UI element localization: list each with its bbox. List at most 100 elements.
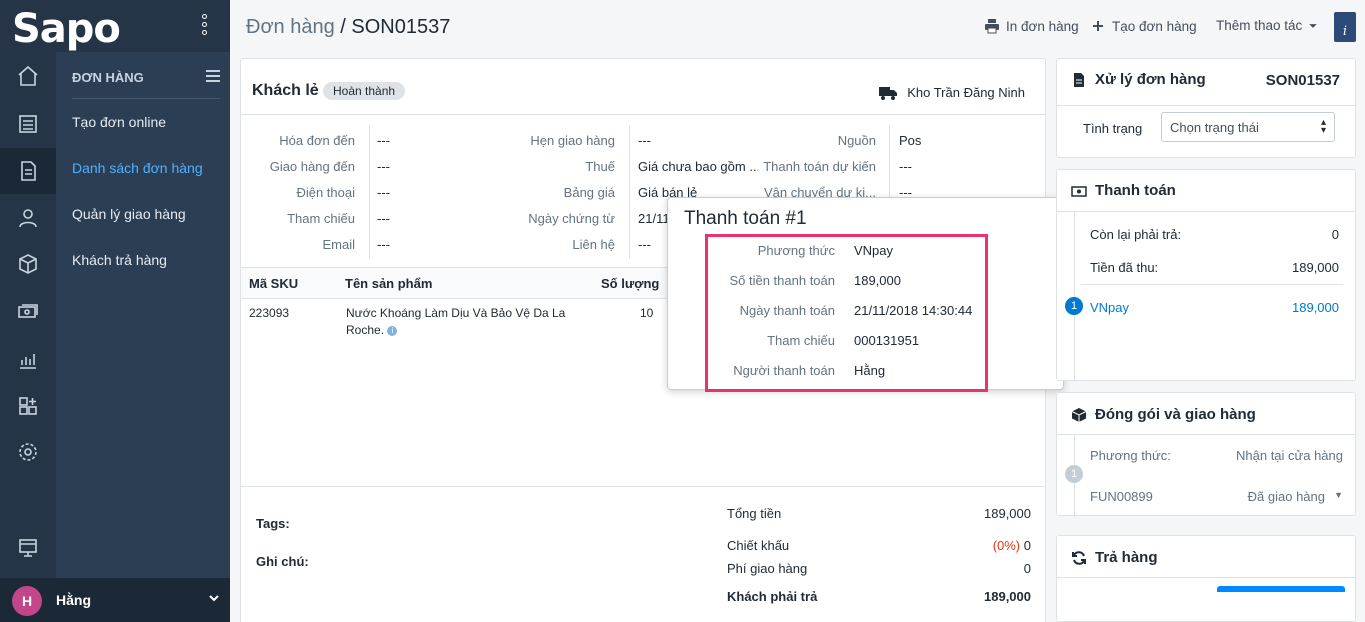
payment-amount-value: 189,000 xyxy=(854,273,901,288)
info-label: Nguồn xyxy=(837,133,876,148)
breadcrumb-separator: / xyxy=(334,16,352,38)
package-icon xyxy=(1071,407,1087,422)
fulfillment-code[interactable]: FUN00899 xyxy=(1090,489,1153,504)
info-value: --- xyxy=(377,185,390,200)
subnav-divider xyxy=(72,98,220,99)
warehouse-name: Kho Trần Đăng Ninh xyxy=(907,85,1025,100)
create-order-button[interactable]: Tạo đơn hàng xyxy=(1090,18,1197,34)
info-value: --- xyxy=(899,159,912,174)
row-quantity: 10 xyxy=(640,306,654,320)
column-divider xyxy=(369,125,370,259)
info-label: Thanh toán dự kiến xyxy=(763,159,876,174)
column-divider xyxy=(629,125,630,259)
home-icon[interactable] xyxy=(14,62,42,90)
caret-down-icon[interactable]: ▼ xyxy=(1334,490,1343,500)
remaining-value: 0 xyxy=(1331,227,1339,242)
divider xyxy=(1057,105,1355,106)
more-actions-label: Thêm thao tác xyxy=(1216,18,1303,33)
subnav-item-returns[interactable]: Khách trả hàng xyxy=(72,252,167,268)
shipping-fee-label: Phí giao hàng xyxy=(727,561,808,576)
row-product-name[interactable]: Nước Khoáng Làm Dịu Và Bảo Vệ Da La Roch… xyxy=(346,305,586,339)
store-icon[interactable] xyxy=(14,534,42,562)
payment-method-link[interactable]: VNpay xyxy=(1090,300,1129,315)
product-name-line1: Nước Khoáng Làm Dịu Và Bảo Vệ Da La xyxy=(346,306,566,320)
cashbook-icon[interactable] xyxy=(14,298,42,326)
status-badge: Hoàn thành xyxy=(323,82,406,100)
customer-icon[interactable] xyxy=(14,204,42,232)
info-label: Thuế xyxy=(585,159,615,174)
shipping-method-value: Nhận tại cửa hàng xyxy=(1236,448,1343,463)
page-header: Đơn hàng / SON01537 In đơn hàng Tạo đơn … xyxy=(230,0,1365,52)
discount-label: Chiết khấu xyxy=(727,538,790,553)
shipping-card-title: Đóng gói và giao hàng xyxy=(1071,406,1256,423)
status-label: Tình trạng xyxy=(1083,121,1143,136)
kebab-menu-icon[interactable] xyxy=(198,12,210,40)
create-return-button[interactable] xyxy=(1217,586,1345,592)
discount-percent: (0%) xyxy=(992,538,1021,553)
create-order-label: Tạo đơn hàng xyxy=(1112,18,1197,34)
payment-method-label: Phương thức xyxy=(757,243,835,258)
orders-icon[interactable] xyxy=(14,157,42,185)
info-label: Hẹn giao hàng xyxy=(530,133,615,148)
payment-details-highlight: Phương thức VNpay Số tiền thanh toán 189… xyxy=(705,234,988,392)
note-label: Ghi chú: xyxy=(256,554,309,569)
plus-icon xyxy=(1093,21,1103,31)
info-value: --- xyxy=(377,211,390,226)
returns-card-title: Trả hàng xyxy=(1071,549,1158,566)
discount-amount: 0 xyxy=(1023,538,1031,553)
subnav-item-create-online[interactable]: Tạo đơn online xyxy=(72,114,166,130)
paid-value: 189,000 xyxy=(1292,260,1339,275)
payment-popover: Thanh toán #1 Phương thức VNpay Số tiền … xyxy=(667,197,1077,392)
info-value: 21/11 xyxy=(638,211,670,226)
help-book-icon[interactable]: i xyxy=(1334,12,1356,42)
apps-icon[interactable] xyxy=(14,392,42,420)
print-order-button[interactable]: In đơn hàng xyxy=(984,18,1079,34)
divider xyxy=(1057,577,1355,578)
col-header-quantity: Số lượng xyxy=(601,276,660,291)
info-label: Liên hệ xyxy=(572,237,615,252)
payment-method-amount[interactable]: 189,000 xyxy=(1292,300,1339,315)
payment-card: Thanh toán Còn lại phải trả: 0 Tiền đã t… xyxy=(1056,169,1356,382)
user-menu[interactable]: H Hằng xyxy=(0,578,230,622)
more-actions-dropdown[interactable]: Thêm thao tác xyxy=(1216,18,1318,33)
payment-amount-label: Số tiền thanh toán xyxy=(729,273,835,288)
subnav-item-shipping[interactable]: Quản lý giao hàng xyxy=(72,206,186,222)
subnav-item-order-list[interactable]: Danh sách đơn hàng xyxy=(72,160,203,176)
payable-label: Khách phải trả xyxy=(727,589,818,604)
info-icon[interactable]: i xyxy=(387,325,398,336)
settings-gear-icon[interactable] xyxy=(14,438,42,466)
payer-value: Hằng xyxy=(854,363,886,378)
pos-icon[interactable] xyxy=(14,110,42,138)
paid-label: Tiền đã thu: xyxy=(1090,260,1159,275)
hamburger-menu-icon[interactable] xyxy=(206,70,220,85)
order-footer: Tags: Ghi chú: Tổng tiền 189,000 Chiết k… xyxy=(241,486,1045,622)
info-label: Điện thoại xyxy=(296,185,355,200)
caret-down-icon xyxy=(1309,23,1318,28)
shipping-card-title-text: Đóng gói và giao hàng xyxy=(1095,406,1256,423)
report-chart-icon[interactable] xyxy=(14,345,42,373)
payment-card-title-text: Thanh toán xyxy=(1095,182,1176,199)
refresh-icon xyxy=(1072,550,1086,565)
info-label: Bảng giá xyxy=(563,185,615,200)
row-sku: 223093 xyxy=(249,306,290,320)
discount-value: (0%) 0 xyxy=(961,538,1031,553)
order-card-header: Khách lẻ Hoàn thành Kho Trần Đăng Ninh xyxy=(241,59,1045,115)
info-value: Giá chưa bao gồm ... xyxy=(638,159,758,174)
breadcrumb-orders[interactable]: Đơn hàng xyxy=(246,16,335,38)
subnav-title: ĐƠN HÀNG xyxy=(72,70,144,85)
product-box-icon[interactable] xyxy=(14,250,42,278)
process-order-card: Xử lý đơn hàng SON01537 Tình trạng Chọn … xyxy=(1056,58,1356,158)
divider xyxy=(1057,211,1355,212)
status-select-value: Chọn trạng thái xyxy=(1170,120,1259,135)
document-icon xyxy=(1074,72,1084,87)
col-header-sku: Mã SKU xyxy=(249,276,299,291)
fulfillment-status[interactable]: Đã giao hàng xyxy=(1248,489,1325,504)
customer-name[interactable]: Khách lẻ xyxy=(252,82,319,100)
info-value: Pos xyxy=(899,133,922,148)
tags-label: Tags: xyxy=(256,516,290,531)
sapo-logo[interactable]: Sapo xyxy=(12,6,121,52)
status-select[interactable]: Chọn trạng thái ▴ ▾ xyxy=(1161,112,1335,142)
truck-icon xyxy=(879,86,898,100)
user-name: Hằng xyxy=(56,592,91,608)
page-title: Đơn hàng / SON01537 xyxy=(246,16,450,39)
